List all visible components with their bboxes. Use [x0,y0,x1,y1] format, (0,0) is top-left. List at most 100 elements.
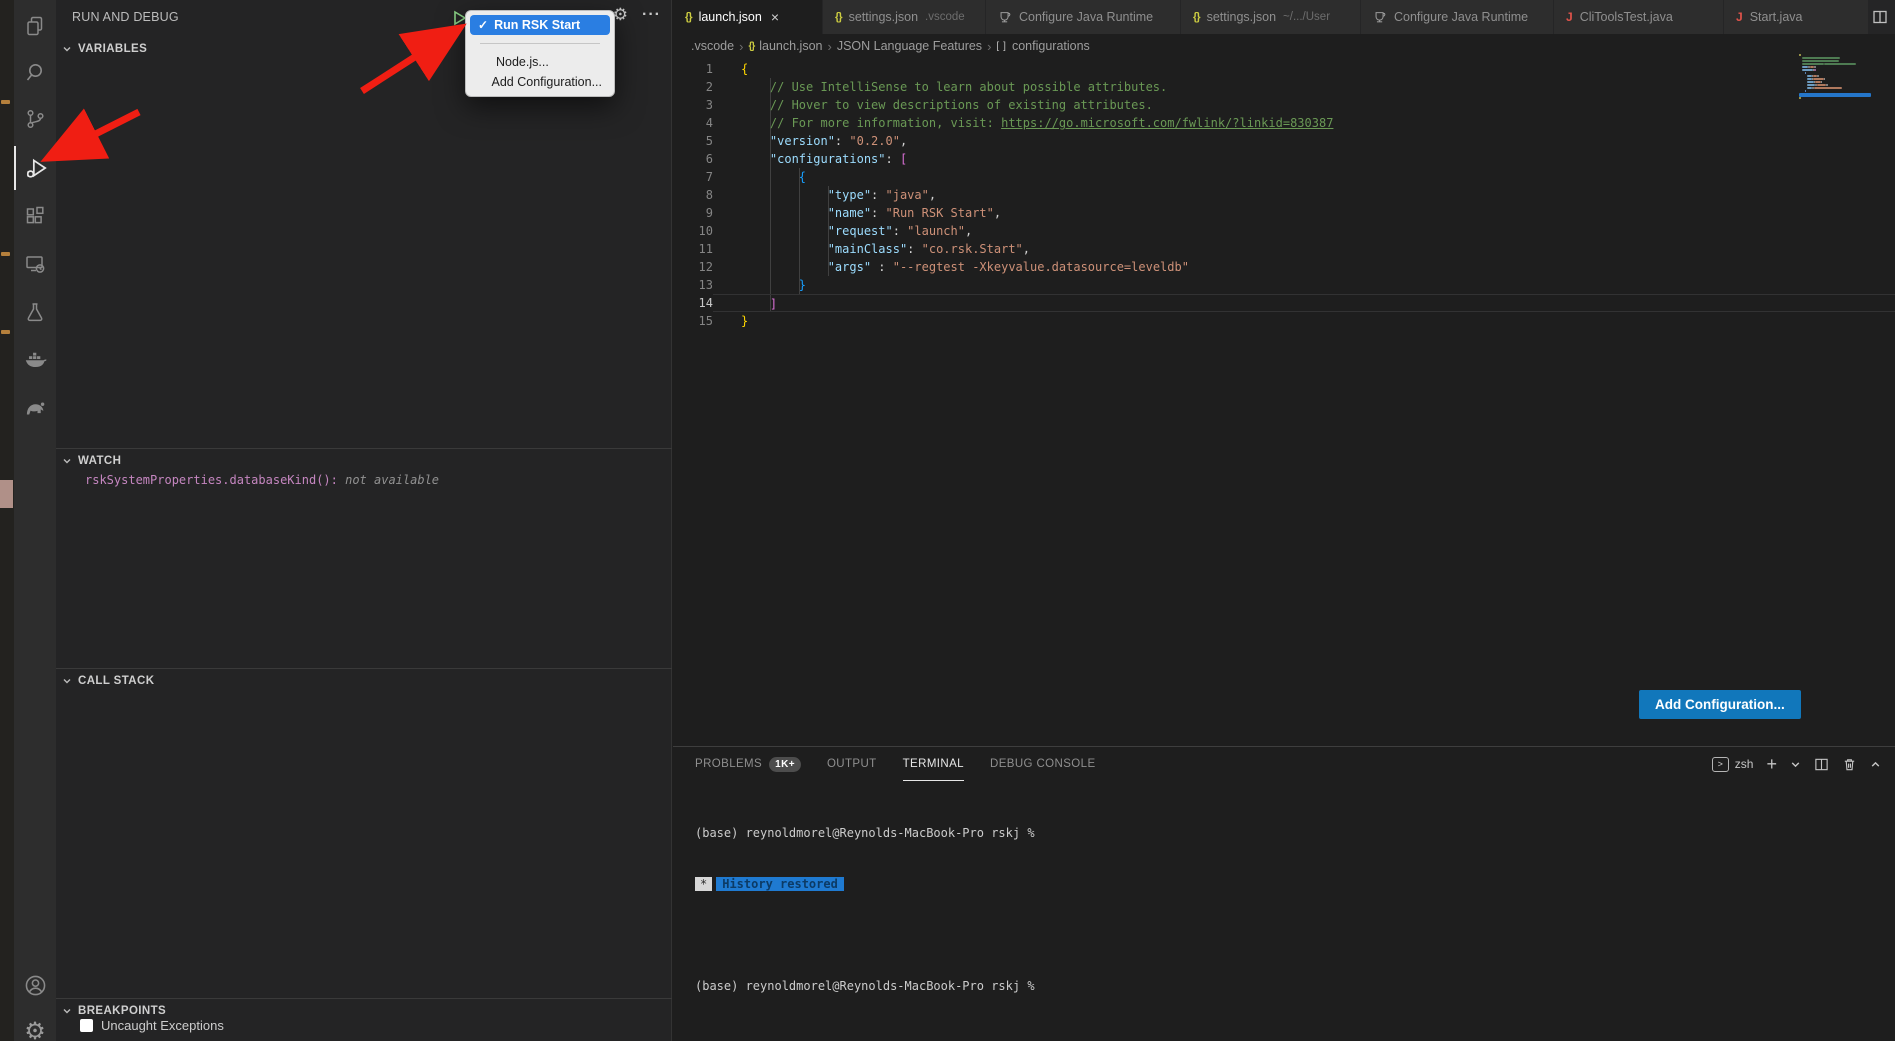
breadcrumb-item[interactable]: launch.json [759,39,822,53]
line-content: } [713,276,1895,294]
editor-tab-settings-json[interactable]: {}settings.json~/.../User [1181,0,1361,34]
split-terminal-icon[interactable] [1814,757,1829,772]
code-line-8[interactable]: 8 "type": "java", [673,186,1895,204]
tab-terminal[interactable]: TERMINAL [903,747,964,781]
breakpoint-row: Uncaught Exceptions [80,1018,224,1033]
tab-detail: ~/.../User [1283,11,1330,23]
tab-label: settings.json [849,10,918,24]
tab-label: Start.java [1750,10,1803,24]
watch-expression[interactable]: rskSystemProperties.databaseKind(): not … [85,473,439,487]
code-line-5[interactable]: 5 "version": "0.2.0", [673,132,1895,150]
breadcrumb-separator: › [827,39,831,54]
tab-problems[interactable]: PROBLEMS 1K+ [695,747,801,781]
check-icon: ✓ [478,18,488,32]
gradle-icon[interactable] [14,386,56,430]
code-line-13[interactable]: 13 } [673,276,1895,294]
line-number: 10 [673,222,713,240]
testing-icon[interactable] [14,290,56,334]
line-content: "mainClass": "co.rsk.Start", [713,240,1895,258]
editor-tab-settings-json[interactable]: {}settings.json.vscode [823,0,986,34]
run-and-debug-icon[interactable] [14,146,56,190]
kill-terminal-trash-icon[interactable] [1842,757,1857,772]
split-editor-icon[interactable] [1872,9,1888,25]
code-line-14[interactable]: 14 ] [673,294,1895,312]
breakpoint-label: Uncaught Exceptions [101,1018,224,1033]
maximize-panel-chevron-icon[interactable] [1870,759,1881,770]
tab-output[interactable]: OUTPUT [827,747,877,781]
code-editor[interactable]: 1{2 // Use IntelliSense to learn about p… [673,58,1895,746]
tab-debug-console[interactable]: DEBUG CONSOLE [990,747,1096,781]
tab-label: Configure Java Runtime [1394,10,1528,24]
line-number: 5 [673,132,713,150]
code-line-1[interactable]: 1{ [673,60,1895,78]
minimap-line [1799,87,1871,89]
editor-tab-configure-java-runtime[interactable]: Configure Java Runtime [986,0,1181,34]
menu-item-run-rsk-start[interactable]: ✓ Run RSK Start [470,15,610,35]
line-content: } [713,312,1895,330]
terminal-line [695,927,1035,944]
tab-label: launch.json [699,10,762,24]
breadcrumb: .vscode › {} launch.json › JSON Language… [673,34,1895,58]
sidebar-title: RUN AND DEBUG [72,10,179,24]
account-icon[interactable] [14,963,56,1007]
editor-tab-configure-java-runtime[interactable]: Configure Java Runtime [1361,0,1554,34]
extensions-icon[interactable] [14,194,56,238]
line-content: "version": "0.2.0", [713,132,1895,150]
terminal-dropdown-chevron-icon[interactable] [1790,759,1801,770]
line-number: 14 [673,294,713,312]
code-line-4[interactable]: 4 // For more information, visit: https:… [673,114,1895,132]
line-content: "name": "Run RSK Start", [713,204,1895,222]
line-content: { [713,60,1895,78]
shell-selector[interactable]: > zsh [1712,757,1754,772]
line-number: 11 [673,240,713,258]
minimap[interactable] [1799,54,1871,100]
editor-tabs: {}launch.json×{}settings.json.vscodeConf… [673,0,1869,34]
search-icon[interactable] [14,50,56,94]
line-number: 1 [673,60,713,78]
code-line-7[interactable]: 7 { [673,168,1895,186]
menu-item-nodejs[interactable]: Node.js... [470,52,610,72]
editor-tab-start-java[interactable]: JStart.java [1724,0,1869,34]
code-line-6[interactable]: 6 "configurations": [ [673,150,1895,168]
editor-tab-launch-json[interactable]: {} launch.json × [673,0,823,34]
menu-item-add-configuration[interactable]: Add Configuration... [470,72,610,92]
code-line-3[interactable]: 3 // Hover to view descriptions of exist… [673,96,1895,114]
code-line-11[interactable]: 11 "mainClass": "co.rsk.Start", [673,240,1895,258]
remote-explorer-icon[interactable] [14,242,56,286]
java-runtime-cup-icon [998,10,1012,24]
breadcrumb-item[interactable]: .vscode [691,39,734,53]
more-actions-icon[interactable]: ··· [642,6,661,24]
section-divider [56,998,672,999]
json-file-icon: {} [835,11,842,23]
call-stack-section-header[interactable]: CALL STACK [56,670,672,692]
docker-icon[interactable] [14,338,56,382]
debug-config-menu: ✓ Run RSK Start Node.js... Add Configura… [465,10,615,97]
code-line-15[interactable]: 15} [673,312,1895,330]
menu-separator [480,43,600,44]
uncaught-exceptions-checkbox[interactable] [80,1019,93,1032]
code-line-9[interactable]: 9 "name": "Run RSK Start", [673,204,1895,222]
explorer-icon[interactable] [14,4,56,48]
new-terminal-icon[interactable]: + [1766,754,1777,775]
source-control-icon[interactable] [14,97,56,141]
line-number: 4 [673,114,713,132]
editor-tab-clitoolstest-java[interactable]: JCliToolsTest.java [1554,0,1724,34]
json-file-icon: {} [748,41,754,52]
terminal-output[interactable]: (base) reynoldmorel@Reynolds-MacBook-Pro… [695,791,1035,1029]
breadcrumb-item[interactable]: configurations [1012,39,1090,53]
breadcrumb-separator: › [987,39,991,54]
close-icon[interactable]: × [771,10,779,24]
minimap-line [1799,60,1871,62]
code-line-12[interactable]: 12 "args" : "--regtest -Xkeyvalue.dataso… [673,258,1895,276]
add-configuration-button[interactable]: Add Configuration... [1639,690,1801,719]
settings-gear-icon[interactable]: ⚙ [14,1010,56,1041]
debug-settings-gear-icon[interactable]: ⚙ [613,5,628,25]
code-line-10[interactable]: 10 "request": "launch", [673,222,1895,240]
code-line-2[interactable]: 2 // Use IntelliSense to learn about pos… [673,78,1895,96]
json-file-icon: {} [685,11,692,23]
tab-label: CliToolsTest.java [1580,10,1673,24]
breadcrumb-item[interactable]: JSON Language Features [837,39,982,53]
chevron-down-icon [62,44,72,54]
watch-section-header[interactable]: WATCH [56,450,672,472]
line-number: 12 [673,258,713,276]
